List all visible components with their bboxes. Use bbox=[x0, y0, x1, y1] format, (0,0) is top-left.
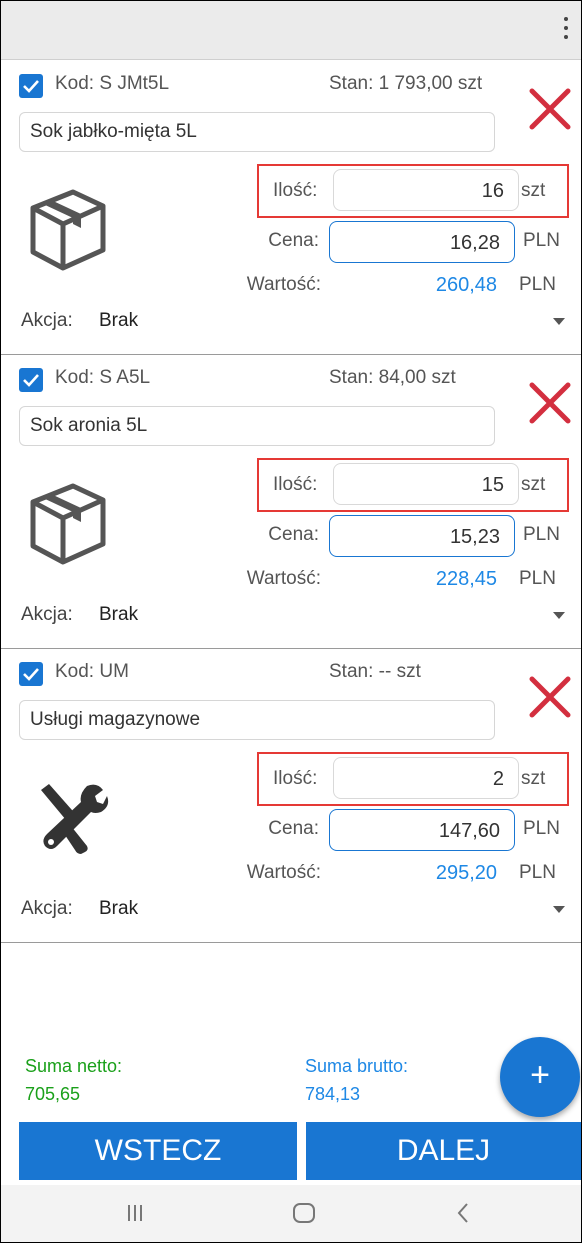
gross-total-value: 784,13 bbox=[305, 1084, 361, 1104]
check-icon bbox=[23, 80, 39, 93]
list-item: Kod: S JMt5L Stan: 1 793,00 szt Sok jabł… bbox=[1, 60, 581, 355]
list-item: Kod: S A5L Stan: 84,00 szt Sok aronia 5L… bbox=[1, 354, 581, 649]
item-checkbox[interactable] bbox=[19, 662, 43, 686]
quantity-highlight: Ilość: 16 szt bbox=[257, 164, 569, 218]
delete-item-button[interactable] bbox=[527, 674, 573, 720]
chevron-down-icon[interactable] bbox=[553, 906, 565, 913]
item-checkbox[interactable] bbox=[19, 74, 43, 98]
price-value: 147,60 bbox=[438, 820, 500, 842]
back-button[interactable]: WSTECZ bbox=[19, 1122, 297, 1180]
check-icon bbox=[23, 374, 39, 387]
action-label: Akcja: bbox=[21, 604, 73, 625]
action-select-value[interactable]: Brak bbox=[99, 310, 138, 332]
system-navigation-bar bbox=[1, 1185, 581, 1242]
quantity-value: 15 bbox=[481, 474, 504, 496]
value-unit: PLN bbox=[519, 862, 556, 883]
price-value: 16,28 bbox=[449, 232, 500, 254]
item-code: Kod: S JMt5L bbox=[55, 73, 170, 94]
action-label: Akcja: bbox=[21, 898, 73, 919]
list-item: Kod: UM Stan: -- szt Usługi magazynowe I… bbox=[1, 648, 581, 943]
price-unit: PLN bbox=[523, 818, 560, 839]
price-input[interactable]: 147,60 bbox=[329, 809, 515, 851]
box-icon bbox=[27, 182, 109, 272]
value-amount: 260,48 bbox=[435, 274, 497, 296]
value-label: Wartość: bbox=[246, 862, 321, 883]
net-total-value: 705,65 bbox=[25, 1084, 81, 1104]
price-label: Cena: bbox=[268, 818, 319, 839]
plus-icon: + bbox=[530, 1056, 550, 1094]
chevron-down-icon[interactable] bbox=[553, 318, 565, 325]
price-label: Cena: bbox=[268, 230, 319, 251]
item-stock: Stan: 1 793,00 szt bbox=[329, 73, 483, 94]
quantity-input[interactable]: 16 bbox=[333, 169, 519, 211]
item-name-field[interactable]: Sok jabłko-mięta 5L bbox=[19, 112, 495, 152]
next-button[interactable]: DALEJ bbox=[306, 1122, 581, 1180]
close-icon bbox=[529, 382, 571, 424]
check-icon bbox=[23, 668, 39, 681]
delete-item-button[interactable] bbox=[527, 380, 573, 426]
value-amount: 295,20 bbox=[435, 862, 497, 884]
action-select-value[interactable]: Brak bbox=[99, 898, 138, 920]
more-vert-icon[interactable] bbox=[561, 17, 571, 45]
quantity-input[interactable]: 15 bbox=[333, 463, 519, 505]
price-input[interactable]: 15,23 bbox=[329, 515, 515, 557]
quantity-value: 2 bbox=[492, 768, 504, 790]
item-name: Sok aronia 5L bbox=[30, 415, 148, 436]
value-unit: PLN bbox=[519, 274, 556, 295]
chevron-down-icon[interactable] bbox=[553, 612, 565, 619]
quantity-label: Ilość: bbox=[273, 474, 318, 495]
close-icon bbox=[529, 676, 571, 718]
item-stock: Stan: -- szt bbox=[329, 661, 421, 682]
item-name-field[interactable]: Sok aronia 5L bbox=[19, 406, 495, 446]
price-unit: PLN bbox=[523, 230, 560, 251]
item-name: Sok jabłko-mięta 5L bbox=[30, 121, 197, 142]
quantity-label: Ilość: bbox=[273, 180, 318, 201]
box-icon bbox=[27, 476, 109, 566]
action-label: Akcja: bbox=[21, 310, 73, 331]
value-label: Wartość: bbox=[246, 274, 321, 295]
close-icon bbox=[529, 88, 571, 130]
item-name: Usługi magazynowe bbox=[30, 709, 201, 730]
price-unit: PLN bbox=[523, 524, 560, 545]
gross-total-label: Suma brutto: bbox=[305, 1056, 409, 1076]
value-unit: PLN bbox=[519, 568, 556, 589]
top-app-bar bbox=[1, 1, 581, 60]
item-name-field[interactable]: Usługi magazynowe bbox=[19, 700, 495, 740]
net-total-label: Suma netto: bbox=[25, 1056, 123, 1076]
value-amount: 228,45 bbox=[435, 568, 497, 590]
quantity-unit: szt bbox=[521, 474, 546, 495]
recent-apps-icon[interactable] bbox=[125, 1199, 145, 1227]
item-checkbox[interactable] bbox=[19, 368, 43, 392]
add-item-button[interactable]: + bbox=[500, 1037, 580, 1117]
quantity-highlight: Ilość: 15 szt bbox=[257, 458, 569, 512]
quantity-value: 16 bbox=[481, 180, 504, 202]
action-select-value[interactable]: Brak bbox=[99, 604, 138, 626]
quantity-highlight: Ilość: 2 szt bbox=[257, 752, 569, 806]
price-label: Cena: bbox=[268, 524, 319, 545]
price-value: 15,23 bbox=[449, 526, 500, 548]
tools-icon bbox=[27, 770, 109, 860]
item-code: Kod: S A5L bbox=[55, 367, 151, 388]
quantity-unit: szt bbox=[521, 768, 546, 789]
value-label: Wartość: bbox=[246, 568, 321, 589]
quantity-input[interactable]: 2 bbox=[333, 757, 519, 799]
app-screen: Kod: S JMt5L Stan: 1 793,00 szt Sok jabł… bbox=[0, 0, 582, 1243]
item-stock: Stan: 84,00 szt bbox=[329, 367, 456, 388]
delete-item-button[interactable] bbox=[527, 86, 573, 132]
quantity-unit: szt bbox=[521, 180, 546, 201]
back-icon[interactable] bbox=[453, 1199, 473, 1227]
quantity-label: Ilość: bbox=[273, 768, 318, 789]
home-icon[interactable] bbox=[291, 1199, 317, 1227]
price-input[interactable]: 16,28 bbox=[329, 221, 515, 263]
item-code: Kod: UM bbox=[55, 661, 129, 682]
